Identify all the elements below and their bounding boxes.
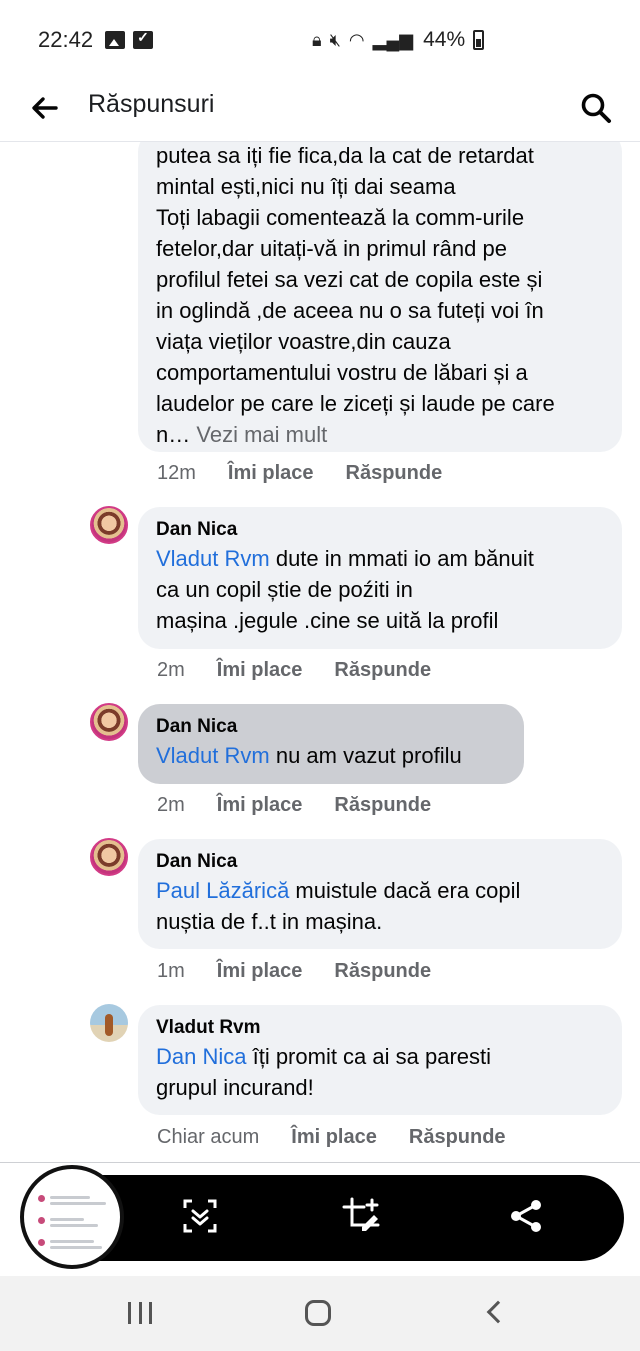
thumbnail-avatar-dot — [38, 1217, 45, 1224]
comment-text: putea sa iți fie fica,da la cat de retar… — [156, 142, 604, 450]
comment-time: Chiar acum — [157, 1126, 260, 1148]
share-icon[interactable] — [507, 1197, 545, 1235]
see-more-link[interactable]: Vezi mai mult — [196, 422, 327, 447]
comment-bubble: putea sa iți fie fica,da la cat de retar… — [138, 142, 622, 452]
reply-button[interactable]: Răspunde — [334, 659, 431, 682]
comment-author[interactable]: Vladut Rvm — [156, 1015, 604, 1041]
comment-author[interactable]: Dan Nica — [156, 714, 506, 740]
signal-icon: ▂▄▆ — [372, 29, 414, 50]
avatar[interactable] — [90, 703, 128, 741]
avatar[interactable] — [90, 1004, 128, 1042]
comment-bubble: Dan Nica Vladut Rvm dute in mmati io am … — [138, 507, 622, 649]
like-button[interactable]: Îmi place — [228, 462, 314, 485]
comment-time: 2m — [157, 659, 185, 681]
status-time: 22:42 — [38, 27, 94, 52]
search-icon[interactable] — [580, 92, 612, 124]
comment-body: nu am vazut profilu — [269, 743, 462, 768]
crop-edit-icon[interactable] — [342, 1197, 380, 1235]
comment-actions: 12m Îmi place Răspunde — [157, 462, 442, 485]
reply-button[interactable]: Răspunde — [334, 960, 431, 983]
comment-text: Dan Nica îți promit ca ai sa paresti gru… — [156, 1041, 604, 1103]
mention-link[interactable]: Paul Lăzărică — [156, 878, 289, 903]
comment-actions: 2m Îmi place Răspunde — [157, 659, 431, 682]
thumbnail-line — [50, 1196, 90, 1199]
reply-button[interactable]: Răspunde — [409, 1126, 506, 1149]
recents-icon[interactable] — [128, 1302, 152, 1324]
comment-author[interactable]: Dan Nica — [156, 849, 604, 875]
comment-author[interactable]: Dan Nica — [156, 517, 604, 543]
comment-bubble: Vladut Rvm Dan Nica îți promit ca ai sa … — [138, 1005, 622, 1115]
comment-actions: Chiar acum Îmi place Răspunde — [157, 1126, 506, 1149]
arrow-left-icon[interactable] — [30, 94, 58, 122]
mention-link[interactable]: Vladut Rvm — [156, 743, 270, 768]
thumbnail-line — [50, 1218, 84, 1221]
reply-button[interactable]: Răspunde — [334, 794, 431, 817]
thumbnail-line — [50, 1202, 106, 1205]
back-chevron-icon[interactable] — [486, 1300, 510, 1324]
comment-text: Vladut Rvm nu am vazut profilu — [156, 740, 506, 771]
comment-body: putea sa iți fie fica,da la cat de retar… — [156, 143, 555, 447]
replies-list[interactable]: putea sa iți fie fica,da la cat de retar… — [0, 142, 640, 1162]
comment-actions: 1m Îmi place Răspunde — [157, 960, 431, 983]
reply-button[interactable]: Răspunde — [346, 462, 443, 485]
thumbnail-line — [50, 1246, 102, 1249]
comment-bubble-selected: Dan Nica Vladut Rvm nu am vazut profilu — [138, 704, 524, 784]
thumbnail-line — [50, 1224, 98, 1227]
battery-icon — [473, 30, 485, 50]
like-button[interactable]: Îmi place — [217, 960, 303, 983]
screenshot-thumbnail[interactable] — [20, 1165, 124, 1269]
thumbnail-avatar-dot — [38, 1239, 45, 1246]
like-button[interactable]: Îmi place — [217, 794, 303, 817]
status-right-group: 🔒︎ 🔇︎ ◠ ▂▄▆ 44% — [312, 28, 485, 52]
task-notification-icon — [133, 29, 154, 49]
mention-link[interactable]: Vladut Rvm — [156, 546, 270, 571]
like-button[interactable]: Îmi place — [291, 1126, 377, 1149]
system-nav-bar — [0, 1276, 640, 1351]
comment-time: 12m — [157, 462, 196, 484]
app-header: Răspunsuri — [0, 80, 640, 142]
thumbnail-line — [50, 1240, 94, 1243]
like-button[interactable]: Îmi place — [217, 659, 303, 682]
wifi-icon: ◠ — [348, 29, 365, 50]
scroll-capture-icon[interactable] — [181, 1197, 219, 1235]
mute-icon: 🔇︎ — [329, 29, 341, 50]
comment-actions: 2m Îmi place Răspunde — [157, 794, 431, 817]
comment-time: 1m — [157, 960, 185, 982]
comment-time: 2m — [157, 794, 185, 816]
page-title: Răspunsuri — [88, 90, 215, 118]
comment-text: Paul Lăzărică muistule dacă era copil nu… — [156, 875, 604, 937]
avatar[interactable] — [90, 838, 128, 876]
divider — [0, 1162, 640, 1163]
avatar[interactable] — [90, 506, 128, 544]
battery-percentage: 44% — [423, 28, 466, 51]
comment-bubble: Dan Nica Paul Lăzărică muistule dacă era… — [138, 839, 622, 949]
lock-icon: 🔒︎ — [312, 29, 322, 50]
mention-link[interactable]: Dan Nica — [156, 1044, 246, 1069]
comment-text: Vladut Rvm dute in mmati io am bănuit ca… — [156, 543, 604, 636]
gallery-notification-icon — [105, 31, 126, 49]
thumbnail-avatar-dot — [38, 1195, 45, 1202]
home-icon[interactable] — [305, 1300, 331, 1326]
